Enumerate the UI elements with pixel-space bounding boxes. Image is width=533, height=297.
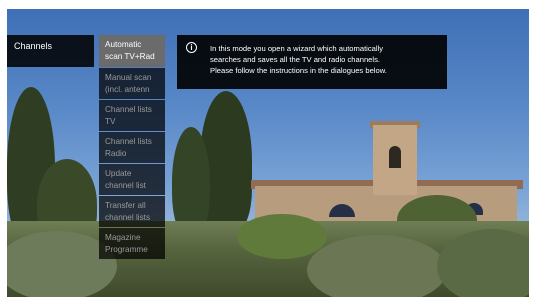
menu-item-automatic-scan[interactable]: Automatic scan TV+Rad [99,35,165,67]
menu-item-line: scan TV+Rad [105,52,155,61]
bell-arch [389,146,401,168]
menu-item-line: Radio [105,149,127,158]
menu-item-channel-lists-tv[interactable]: Channel lists TV [99,100,165,131]
menu-item-line: Programme [105,245,148,254]
menu-item-channel-lists-radio[interactable]: Channel lists Radio [99,132,165,163]
menu-item-update-channel-list[interactable]: Update channel list [99,164,165,195]
info-line: searches and saves all the TV and radio … [210,55,380,64]
channels-title: Channels [14,41,53,51]
menu-item-line: Manual scan [105,73,152,82]
bush [307,235,447,297]
menu-item-line: channel list [105,181,146,190]
menu-item-line: Channel lists [105,105,152,114]
menu-item-line: TV [105,117,116,126]
info-line: Please follow the instructions in the di… [210,66,387,75]
info-panel: i In this mode you open a wizard which a… [177,35,447,89]
menu-item-line: (incl. antenn [105,85,150,94]
channels-menu[interactable]: Channels [7,35,94,67]
menu-item-line: Update [105,169,132,178]
menu-item-magazine-programme[interactable]: Magazine Programme [99,228,165,259]
menu-item-line: Transfer all [105,201,146,210]
channel-submenu: Automatic scan TV+Rad Manual scan (incl.… [99,35,165,260]
menu-item-manual-scan[interactable]: Manual scan (incl. antenn [99,68,165,99]
menu-item-line: Automatic [105,40,142,49]
menu-item-line: Channel lists [105,137,152,146]
menu-item-line: channel lists [105,213,151,222]
info-line: In this mode you open a wizard which aut… [210,44,384,53]
info-icon: i [186,42,197,53]
menu-item-transfer-channel-lists[interactable]: Transfer all channel lists [99,196,165,227]
info-text: In this mode you open a wizard which aut… [210,43,442,76]
bush [237,214,327,259]
menu-item-line: Magazine [105,233,141,242]
